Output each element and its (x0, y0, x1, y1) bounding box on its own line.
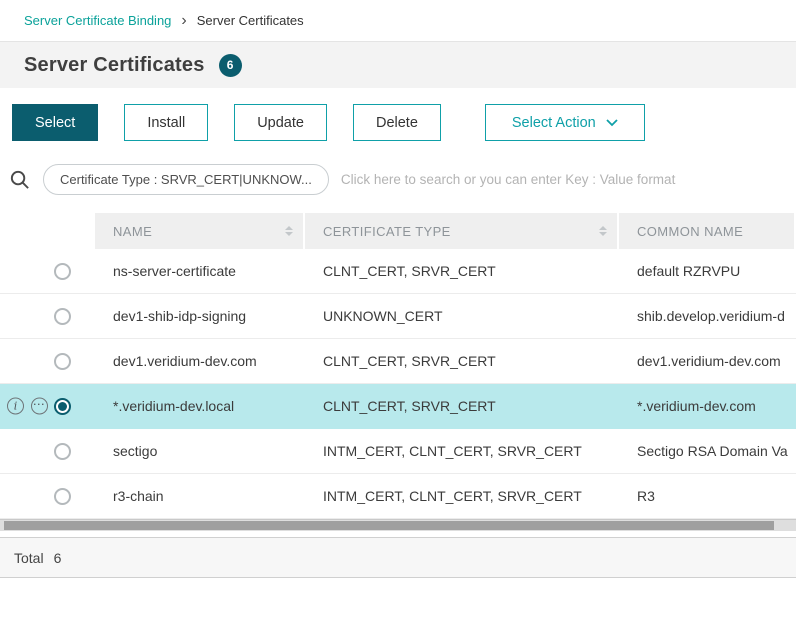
table-row[interactable]: i ··· ns-server-certificate CLNT_CERT, S… (0, 249, 796, 294)
total-label: Total (14, 550, 44, 566)
column-header-common-name[interactable]: COMMON NAME (619, 213, 796, 249)
ellipsis-menu-icon[interactable]: ··· (31, 398, 48, 415)
table-row[interactable]: i ··· dev1.veridium-dev.com CLNT_CERT, S… (0, 339, 796, 384)
count-badge: 6 (219, 54, 242, 77)
row-name-cell: r3-chain (95, 488, 305, 504)
header-select-column (0, 213, 95, 249)
row-radio[interactable] (54, 263, 71, 280)
select-action-button[interactable]: Select Action (485, 104, 645, 141)
page-title: Server Certificates (24, 54, 205, 77)
server-certificates-page: Server Certificate Binding › Server Cert… (0, 0, 796, 578)
column-label-certificate-type: CERTIFICATE TYPE (323, 224, 451, 239)
row-common-name-cell: Sectigo RSA Domain Va (619, 443, 796, 459)
table-body: i ··· ns-server-certificate CLNT_CERT, S… (0, 249, 796, 519)
delete-button[interactable]: Delete (353, 104, 441, 141)
filter-chip-certificate-type[interactable]: Certificate Type : SRVR_CERT|UNKNOW... (43, 164, 329, 195)
breadcrumb-current: Server Certificates (197, 13, 304, 28)
column-label-name: NAME (113, 224, 152, 239)
row-common-name-cell: dev1.veridium-dev.com (619, 353, 796, 369)
table-row[interactable]: i ··· *.veridium-dev.local CLNT_CERT, SR… (0, 384, 796, 429)
row-action-icons: i ··· (7, 398, 48, 415)
breadcrumb-separator-icon: › (181, 13, 186, 29)
row-type-cell: CLNT_CERT, SRVR_CERT (305, 263, 619, 279)
row-select-cell: i ··· (0, 339, 95, 383)
sort-icon[interactable] (285, 226, 293, 236)
toolbar: Select Install Update Delete Select Acti… (0, 88, 796, 156)
row-radio[interactable] (54, 488, 71, 505)
row-type-cell: INTM_CERT, CLNT_CERT, SRVR_CERT (305, 443, 619, 459)
chevron-down-icon (606, 119, 618, 127)
search-icon (8, 168, 31, 191)
total-value: 6 (54, 550, 62, 566)
horizontal-scrollbar[interactable] (0, 519, 796, 531)
table-row[interactable]: i ··· sectigo INTM_CERT, CLNT_CERT, SRVR… (0, 429, 796, 474)
row-type-cell: CLNT_CERT, SRVR_CERT (305, 398, 619, 414)
sort-icon[interactable] (599, 226, 607, 236)
row-name-cell: dev1.veridium-dev.com (95, 353, 305, 369)
row-radio[interactable] (54, 308, 71, 325)
table-row[interactable]: i ··· dev1-shib-idp-signing UNKNOWN_CERT… (0, 294, 796, 339)
column-header-name[interactable]: NAME (95, 213, 305, 249)
install-button[interactable]: Install (124, 104, 208, 141)
row-radio[interactable] (54, 398, 71, 415)
table-row[interactable]: i ··· r3-chain INTM_CERT, CLNT_CERT, SRV… (0, 474, 796, 519)
info-icon[interactable]: i (7, 398, 24, 415)
table-header: NAME CERTIFICATE TYPE COMMON NAME (0, 213, 796, 249)
row-type-cell: UNKNOWN_CERT (305, 308, 619, 324)
update-button[interactable]: Update (234, 104, 327, 141)
row-type-cell: INTM_CERT, CLNT_CERT, SRVR_CERT (305, 488, 619, 504)
column-header-certificate-type[interactable]: CERTIFICATE TYPE (305, 213, 619, 249)
scrollbar-thumb[interactable] (4, 521, 774, 530)
row-select-cell: i ··· (0, 294, 95, 338)
row-radio[interactable] (54, 443, 71, 460)
column-label-common-name: COMMON NAME (637, 224, 743, 239)
breadcrumb-link-server-certificate-binding[interactable]: Server Certificate Binding (24, 13, 171, 28)
search-bar: Certificate Type : SRVR_CERT|UNKNOW... C… (0, 156, 796, 213)
row-common-name-cell: default RZRVPU (619, 263, 796, 279)
row-select-cell: i ··· (0, 429, 95, 473)
row-name-cell: dev1-shib-idp-signing (95, 308, 305, 324)
row-type-cell: CLNT_CERT, SRVR_CERT (305, 353, 619, 369)
select-button[interactable]: Select (12, 104, 98, 141)
title-bar: Server Certificates 6 (0, 42, 796, 88)
select-action-label: Select Action (512, 115, 596, 131)
row-select-cell: i ··· (0, 249, 95, 293)
search-input[interactable]: Click here to search or you can enter Ke… (341, 172, 675, 187)
row-common-name-cell: shib.develop.veridium-d (619, 308, 796, 324)
row-name-cell: *.veridium-dev.local (95, 398, 305, 414)
row-select-cell: i ··· (0, 474, 95, 518)
row-common-name-cell: R3 (619, 488, 796, 504)
row-name-cell: ns-server-certificate (95, 263, 305, 279)
row-common-name-cell: *.veridium-dev.com (619, 398, 796, 414)
row-select-cell: i ··· (0, 384, 95, 428)
row-radio[interactable] (54, 353, 71, 370)
breadcrumb: Server Certificate Binding › Server Cert… (0, 0, 796, 42)
row-name-cell: sectigo (95, 443, 305, 459)
total-bar: Total 6 (0, 537, 796, 578)
